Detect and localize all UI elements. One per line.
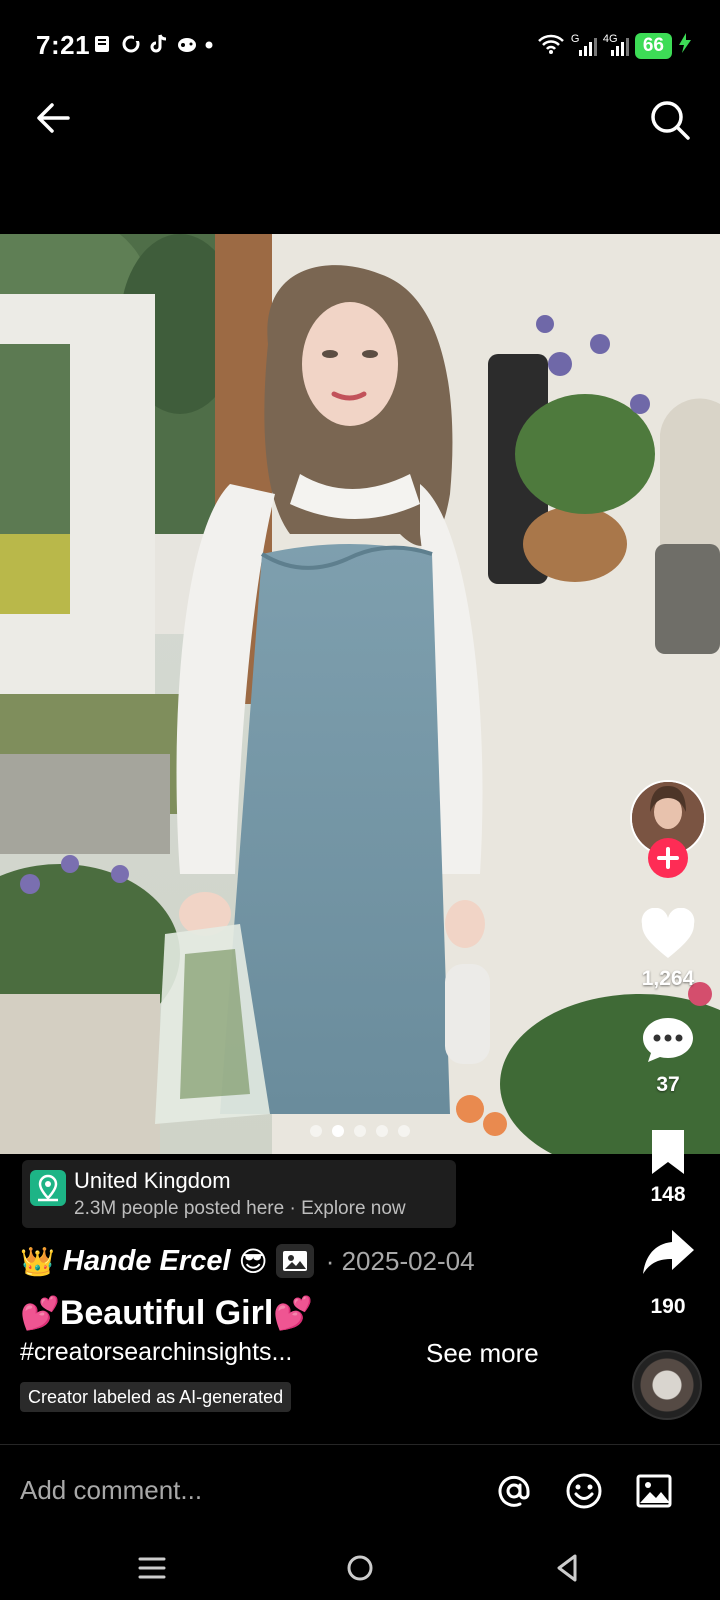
see-more-button[interactable]: See more xyxy=(426,1338,539,1369)
follow-button[interactable] xyxy=(648,838,688,878)
comment-input[interactable]: Add comment... xyxy=(20,1475,202,1506)
save-count: 148 xyxy=(650,1183,686,1206)
battery-indicator: 66 xyxy=(634,33,672,59)
location-name: United Kingdom xyxy=(74,1168,231,1193)
carousel-indicator xyxy=(310,1125,410,1137)
hearts-emoji-left: 💕 xyxy=(20,1295,60,1331)
signal-g-icon: G xyxy=(571,34,597,58)
game-icon xyxy=(176,33,198,62)
system-nav-bar xyxy=(0,1536,720,1600)
author-name[interactable]: Hande Ercel xyxy=(63,1245,231,1278)
signal-4g-icon: 4G xyxy=(603,34,629,58)
sunglasses-emoji: 😎 xyxy=(238,1245,268,1277)
carousel-dot[interactable] xyxy=(354,1125,366,1137)
wifi-icon xyxy=(537,33,565,60)
sync-icon xyxy=(120,33,142,62)
carousel-dot[interactable] xyxy=(398,1125,410,1137)
caption-title-text: Beautiful Girl xyxy=(59,1294,274,1332)
caption-hashtags[interactable]: #creatorsearchinsights... xyxy=(20,1338,292,1367)
back-arrow-icon xyxy=(37,103,70,133)
location-chip[interactable]: United Kingdom 2.3M people posted here ·… xyxy=(22,1160,456,1228)
comment-button[interactable]: 37 xyxy=(628,1014,708,1097)
dot-icon xyxy=(204,33,214,62)
back-button[interactable] xyxy=(34,98,74,138)
carousel-dot-active[interactable] xyxy=(332,1125,344,1137)
triangle-back-icon xyxy=(557,1554,577,1582)
music-disc[interactable] xyxy=(632,1350,702,1420)
author-row: 👑 Hande Ercel 😎 · 2025-02-04 xyxy=(20,1244,475,1278)
heart-icon xyxy=(641,907,695,958)
mention-icon[interactable] xyxy=(494,1471,534,1511)
crown-emoji: 👑 xyxy=(20,1245,55,1277)
save-button[interactable]: 148 xyxy=(628,1128,708,1207)
plus-icon xyxy=(657,847,679,869)
location-pin-icon xyxy=(30,1170,66,1206)
search-icon xyxy=(651,101,690,140)
system-back-button[interactable] xyxy=(550,1550,586,1586)
status-bar: 7:21 G 4G 66 xyxy=(0,0,720,90)
location-subtitle: 2.3M people posted here · Explore now xyxy=(74,1198,406,1219)
recents-button[interactable] xyxy=(134,1550,170,1586)
status-notification-icons xyxy=(92,33,214,62)
hearts-emoji-right: 💕 xyxy=(273,1295,314,1331)
home-circle-icon xyxy=(347,1555,373,1581)
comment-count: 37 xyxy=(656,1073,680,1096)
share-count: 190 xyxy=(650,1295,686,1318)
share-button[interactable]: 190 xyxy=(628,1226,708,1319)
search-button[interactable] xyxy=(648,98,692,142)
home-button[interactable] xyxy=(342,1550,378,1586)
post-photo[interactable] xyxy=(0,234,720,1154)
comment-bar: Add comment... xyxy=(0,1444,720,1536)
ai-generated-label[interactable]: Creator labeled as AI-generated xyxy=(20,1382,292,1412)
photo-post-icon xyxy=(275,1244,314,1278)
like-button[interactable]: 1,264 xyxy=(628,907,708,991)
post-date: · 2025-02-04 xyxy=(325,1245,475,1276)
status-time: 7:21 xyxy=(36,30,91,60)
status-system-icons: G 4G 66 xyxy=(537,32,692,60)
carousel-dot[interactable] xyxy=(376,1125,388,1137)
image-icon[interactable] xyxy=(634,1471,674,1511)
tiktok-icon xyxy=(148,33,170,62)
share-arrow-icon xyxy=(643,1230,694,1274)
emoji-icon[interactable] xyxy=(564,1471,604,1511)
caption-title: 💕Beautiful Girl💕 xyxy=(20,1294,313,1333)
like-count: 1,264 xyxy=(641,967,695,990)
carousel-dot[interactable] xyxy=(310,1125,322,1137)
comment-icon xyxy=(643,1018,693,1062)
notes-icon xyxy=(92,33,114,62)
charging-icon xyxy=(678,32,692,60)
bookmark-icon xyxy=(652,1130,684,1174)
menu-icon xyxy=(138,1557,166,1579)
